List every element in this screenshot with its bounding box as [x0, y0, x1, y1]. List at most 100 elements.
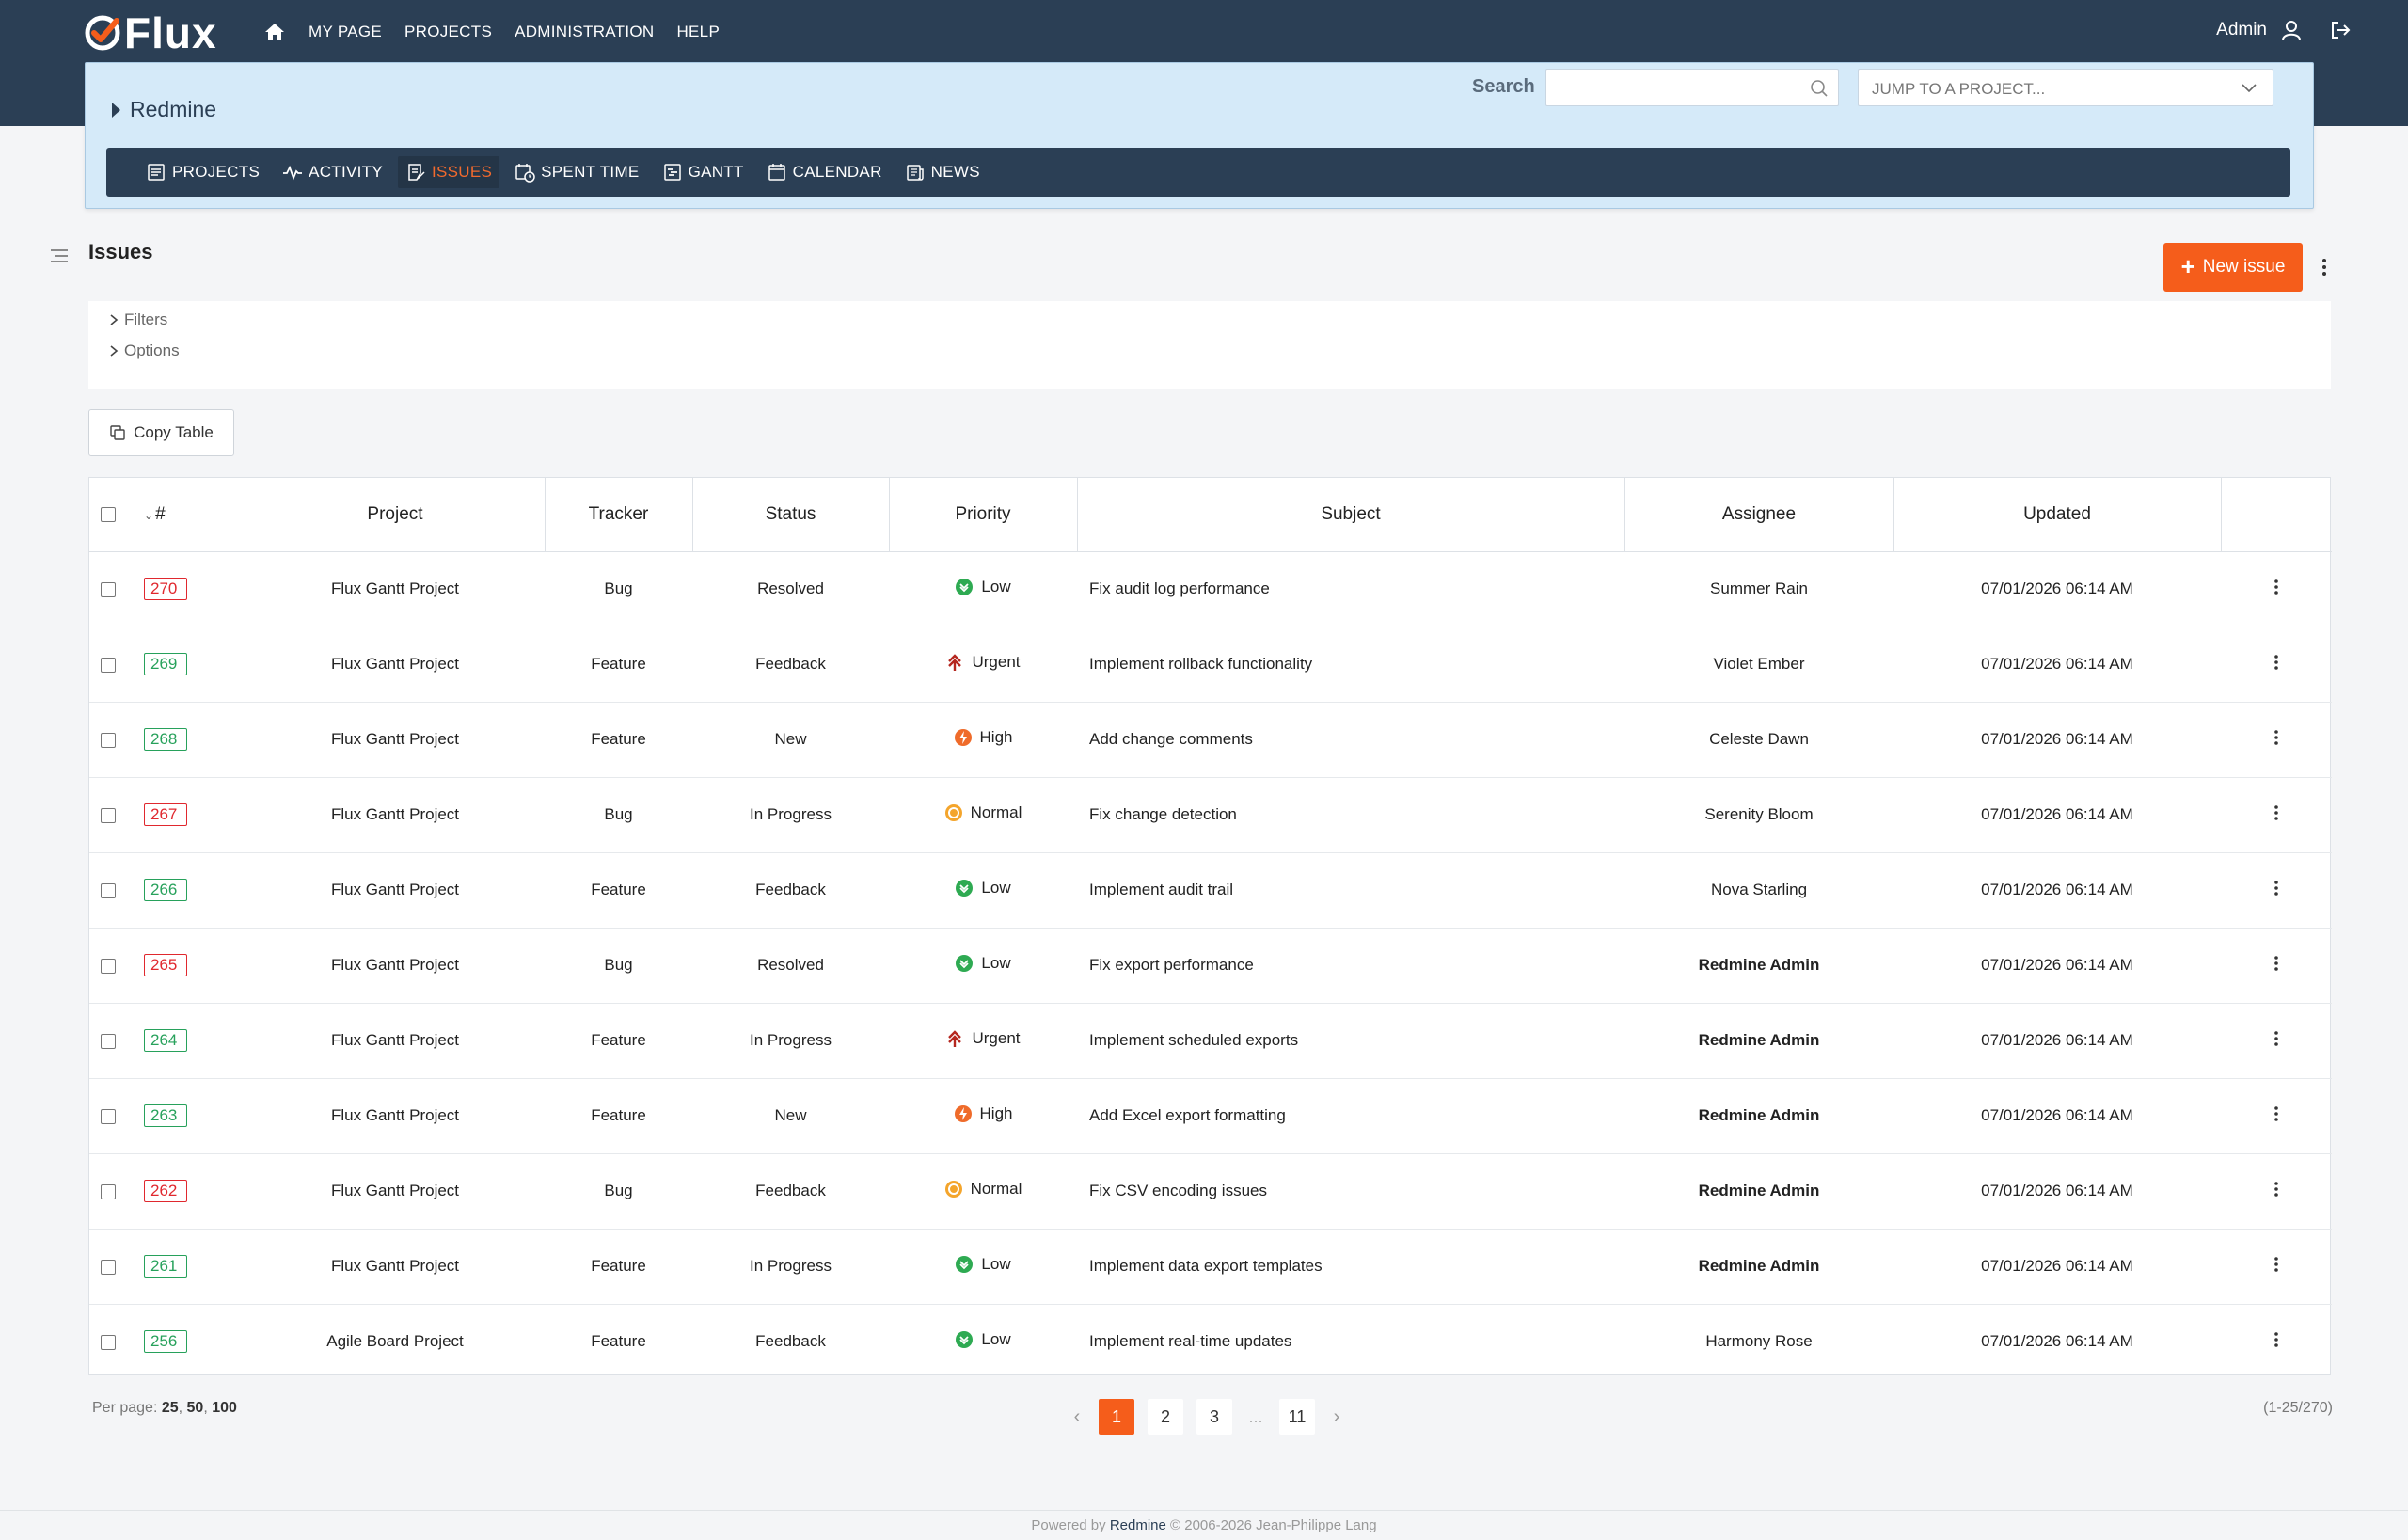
issue-id-link[interactable]: 256	[144, 1330, 187, 1354]
row-actions-icon[interactable]	[2274, 729, 2278, 746]
filters-toggle[interactable]: Filters	[109, 310, 167, 329]
table-row[interactable]: 269 Flux Gantt Project Feature Feedback Urge…	[89, 627, 2332, 703]
column-header-updated[interactable]: Updated	[1893, 478, 2222, 552]
issue-project[interactable]: Flux Gantt Project	[246, 1153, 545, 1230]
issue-assignee[interactable]: Violet Ember	[1624, 627, 1893, 703]
issue-project[interactable]: Agile Board Project	[246, 1304, 545, 1379]
column-header-subject[interactable]: Subject	[1077, 478, 1625, 552]
issue-assignee[interactable]: Redmine Admin	[1624, 1229, 1893, 1305]
issue-subject[interactable]: Fix audit log performance	[1077, 551, 1624, 627]
table-row[interactable]: 262 Flux Gantt Project Bug Feedback Normal Fi…	[89, 1153, 2332, 1230]
row-checkbox[interactable]	[101, 1183, 116, 1199]
row-checkbox[interactable]	[101, 1033, 116, 1049]
row-actions-icon[interactable]	[2274, 880, 2278, 897]
nav-help[interactable]: HELP	[676, 23, 720, 41]
copy-table-button[interactable]: Copy Table	[88, 409, 234, 456]
search-input[interactable]	[1545, 69, 1839, 106]
page-11[interactable]: 11	[1279, 1399, 1315, 1435]
issue-project[interactable]: Flux Gantt Project	[246, 1078, 545, 1154]
menu-spent-time[interactable]: SPENT TIME	[515, 162, 639, 183]
menu-gantt[interactable]: GANTT	[662, 162, 744, 183]
per-page-50[interactable]: 50	[187, 1400, 204, 1416]
issue-project[interactable]: Flux Gantt Project	[246, 702, 545, 778]
row-checkbox[interactable]	[101, 657, 116, 673]
table-row[interactable]: 267 Flux Gantt Project Bug In Progress Norma…	[89, 777, 2332, 853]
issue-project[interactable]: Flux Gantt Project	[246, 928, 545, 1004]
row-actions-icon[interactable]	[2274, 1030, 2278, 1047]
menu-calendar[interactable]: CALENDAR	[767, 162, 882, 183]
issue-project[interactable]: Flux Gantt Project	[246, 777, 545, 853]
issue-project[interactable]: Flux Gantt Project	[246, 1003, 545, 1079]
nav-administration[interactable]: ADMINISTRATION	[515, 23, 654, 41]
issue-assignee[interactable]: Redmine Admin	[1624, 1078, 1893, 1154]
select-all-checkbox[interactable]	[101, 506, 116, 522]
issue-id-link[interactable]: 267	[144, 803, 187, 826]
issue-subject[interactable]: Fix change detection	[1077, 777, 1624, 853]
row-checkbox[interactable]	[101, 807, 116, 823]
row-actions-icon[interactable]	[2274, 654, 2278, 671]
issue-assignee[interactable]: Celeste Dawn	[1624, 702, 1893, 778]
row-checkbox[interactable]	[101, 1259, 116, 1275]
issue-assignee[interactable]: Nova Starling	[1624, 852, 1893, 929]
sidebar-toggle-icon[interactable]	[49, 246, 70, 265]
column-header-assignee[interactable]: Assignee	[1624, 478, 1894, 552]
row-actions-icon[interactable]	[2274, 1256, 2278, 1273]
more-actions-icon[interactable]	[2318, 256, 2331, 278]
jump-to-project-select[interactable]: JUMP TO A PROJECT...	[1858, 69, 2273, 106]
per-page-100[interactable]: 100	[212, 1400, 237, 1416]
column-header-status[interactable]: Status	[692, 478, 890, 552]
issue-assignee[interactable]: Redmine Admin	[1624, 1153, 1893, 1230]
issue-id-link[interactable]: 268	[144, 728, 187, 751]
issue-assignee[interactable]: Redmine Admin	[1624, 928, 1893, 1004]
page-1[interactable]: 1	[1099, 1399, 1134, 1435]
issue-project[interactable]: Flux Gantt Project	[246, 627, 545, 703]
issue-id-link[interactable]: 266	[144, 879, 187, 901]
prev-page-icon[interactable]: ‹	[1069, 1406, 1085, 1428]
user-icon[interactable]	[2280, 19, 2303, 41]
menu-activity[interactable]: ACTIVITY	[282, 162, 383, 183]
nav-projects[interactable]: PROJECTS	[404, 23, 492, 41]
issue-assignee[interactable]: Redmine Admin	[1624, 1003, 1893, 1079]
row-checkbox[interactable]	[101, 958, 116, 974]
row-actions-icon[interactable]	[2274, 1181, 2278, 1198]
issue-subject[interactable]: Implement scheduled exports	[1077, 1003, 1624, 1079]
table-row[interactable]: 266 Flux Gantt Project Feature Feedback Low I…	[89, 852, 2332, 929]
issue-subject[interactable]: Implement real-time updates	[1077, 1304, 1624, 1379]
project-title[interactable]: Redmine	[112, 97, 216, 122]
row-checkbox[interactable]	[101, 1108, 116, 1124]
table-row[interactable]: 270 Flux Gantt Project Bug Resolved Low Fix a…	[89, 551, 2332, 627]
footer-redmine-link[interactable]: Redmine	[1110, 1517, 1166, 1533]
column-header-priority[interactable]: Priority	[889, 478, 1078, 552]
issue-assignee[interactable]: Serenity Bloom	[1624, 777, 1893, 853]
issue-id-link[interactable]: 265	[144, 954, 187, 976]
column-header-tracker[interactable]: Tracker	[545, 478, 693, 552]
flux-logo[interactable]: Flux	[83, 8, 217, 58]
issue-subject[interactable]: Implement data export templates	[1077, 1229, 1624, 1305]
row-checkbox[interactable]	[101, 1334, 116, 1350]
table-row[interactable]: 264 Flux Gantt Project Feature In Progress U…	[89, 1003, 2332, 1079]
menu-news[interactable]: NEWS	[905, 162, 980, 183]
menu-issues[interactable]: ISSUES	[398, 156, 500, 188]
issue-id-link[interactable]: 270	[144, 578, 187, 600]
home-icon[interactable]	[263, 21, 286, 43]
column-header-id[interactable]: ⌄ #	[127, 478, 246, 552]
table-row[interactable]: 256 Agile Board Project Feature Feedback Low…	[89, 1304, 2332, 1379]
new-issue-button[interactable]: + New issue	[2163, 243, 2303, 292]
row-actions-icon[interactable]	[2274, 579, 2278, 595]
issue-project[interactable]: Flux Gantt Project	[246, 1229, 545, 1305]
page-3[interactable]: 3	[1196, 1399, 1232, 1435]
table-row[interactable]: 268 Flux Gantt Project Feature New High Add c…	[89, 702, 2332, 778]
user-name[interactable]: Admin	[2216, 20, 2267, 40]
issue-subject[interactable]: Fix CSV encoding issues	[1077, 1153, 1624, 1230]
issue-subject[interactable]: Add Excel export formatting	[1077, 1078, 1624, 1154]
row-checkbox[interactable]	[101, 581, 116, 597]
table-row[interactable]: 261 Flux Gantt Project Feature In Progress L…	[89, 1229, 2332, 1305]
issue-subject[interactable]: Implement audit trail	[1077, 852, 1624, 929]
issue-assignee[interactable]: Harmony Rose	[1624, 1304, 1893, 1379]
issue-assignee[interactable]: Summer Rain	[1624, 551, 1893, 627]
row-checkbox[interactable]	[101, 882, 116, 898]
logout-icon[interactable]	[2329, 19, 2352, 41]
issue-id-link[interactable]: 263	[144, 1104, 187, 1127]
issue-id-link[interactable]: 262	[144, 1180, 187, 1202]
issue-subject[interactable]: Fix export performance	[1077, 928, 1624, 1004]
